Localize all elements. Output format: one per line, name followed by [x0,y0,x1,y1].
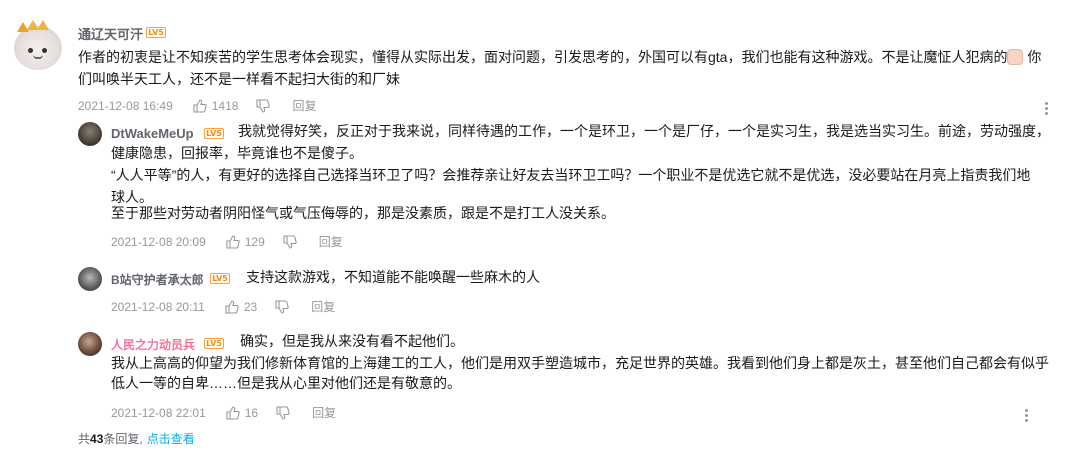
reply-button[interactable]: 回复 [319,233,343,250]
like-button[interactable]: 23 [225,300,257,314]
level-badge: LV5 [146,27,166,38]
dislike-icon [256,98,271,113]
comment-meta: 2021-12-08 20:09 129 回复 [111,233,343,250]
username[interactable]: 通辽天可汗 [78,24,143,43]
reply-text-line: 健康隐患，回报率，毕竟谁也不是傻子。 [111,145,363,161]
like-button[interactable]: 129 [226,235,265,249]
level-badge: LV5 [204,338,224,349]
reply-text-line: 确实，但是我从来没有看不起他们。 [240,333,464,349]
dislike-icon [275,299,289,314]
avatar[interactable] [78,332,102,356]
comment-meta: 2021-12-08 22:01 16 回复 [111,404,336,421]
like-icon [226,405,240,420]
footer-prefix: 共 [78,432,91,446]
avatar[interactable] [78,122,102,146]
dislike-button[interactable] [276,405,290,420]
like-button[interactable]: 16 [226,406,258,420]
dislike-icon [283,234,297,249]
reply-text-line: “人人平等”的人，有更好的选择自己选择当环卫了吗？会推荐亲让好友去当环卫工吗？一… [111,167,1031,183]
username[interactable]: 人民之力动员兵 [111,336,195,353]
like-icon [225,299,239,314]
reply-text-line: 我从上高高的仰望为我们修新体育馆的上海建工的工人，他们是用双手塑造城市，充足世界… [111,355,1049,371]
level-badge: LV5 [204,128,224,139]
reply-count-footer: 共43条回复, 点击查看 [78,430,195,447]
reply-button[interactable]: 回复 [292,97,316,114]
comment-meta: 2021-12-08 20:11 23 回复 [111,298,335,315]
username[interactable]: B站守护者承太郎 [111,271,204,288]
username[interactable]: DtWakeMeUp [111,126,194,141]
reply-text-line: 我就觉得好笑，反正对于我来说，同样待遇的工作，一个是环卫，一个是厂仔，一个是实习… [238,123,1050,139]
level-badge: LV5 [210,273,230,284]
reply-text-line: 低人一等的自卑……但是我从心里对他们还是有敬意的。 [111,375,461,391]
reply-button[interactable]: 回复 [311,298,335,315]
comment-text: 作者的初衷是让不知疾苦的学生思考体会现实，懂得从实际出发，面对问题，引发思考的，… [78,49,1042,87]
avatar[interactable] [78,267,102,291]
more-icon[interactable] [1045,102,1049,116]
avatar[interactable] [14,20,62,70]
timestamp: 2021-12-08 22:01 [111,405,206,420]
dislike-button[interactable] [256,98,271,113]
reply-text-line: 支持这款游戏，不知道能不能唤醒一些麻木的人 [246,269,540,285]
like-count: 16 [244,405,259,420]
like-icon [193,98,207,113]
timestamp: 2021-12-08 20:09 [111,234,206,249]
like-icon [226,234,240,249]
avatar-face [14,26,62,70]
crown-icon [37,20,49,30]
emoji-icon [1007,49,1024,65]
reply-button[interactable]: 回复 [312,404,336,421]
timestamp: 2021-12-08 16:49 [78,98,173,113]
reply-text-line: 至于那些对劳动者阴阳怪气或气压侮辱的，那是没素质，跟是不是打工人没关系。 [111,205,615,221]
like-button[interactable]: 1418 [193,98,239,113]
view-replies-link[interactable]: 点击查看 [147,432,195,446]
avatar-eye [28,48,33,53]
timestamp: 2021-12-08 20:11 [111,299,205,314]
reply-count: 43 [90,432,104,446]
avatar-eye [42,48,47,53]
dislike-button[interactable] [283,234,297,249]
dislike-button[interactable] [275,299,289,314]
more-icon[interactable] [1025,409,1029,423]
comment-meta: 2021-12-08 16:49 1418 回复 [78,97,316,114]
dislike-icon [276,405,290,420]
like-count: 23 [243,299,258,314]
like-count: 129 [244,234,265,249]
footer-suffix: 条回复, [103,432,143,446]
like-count: 1418 [211,98,239,113]
